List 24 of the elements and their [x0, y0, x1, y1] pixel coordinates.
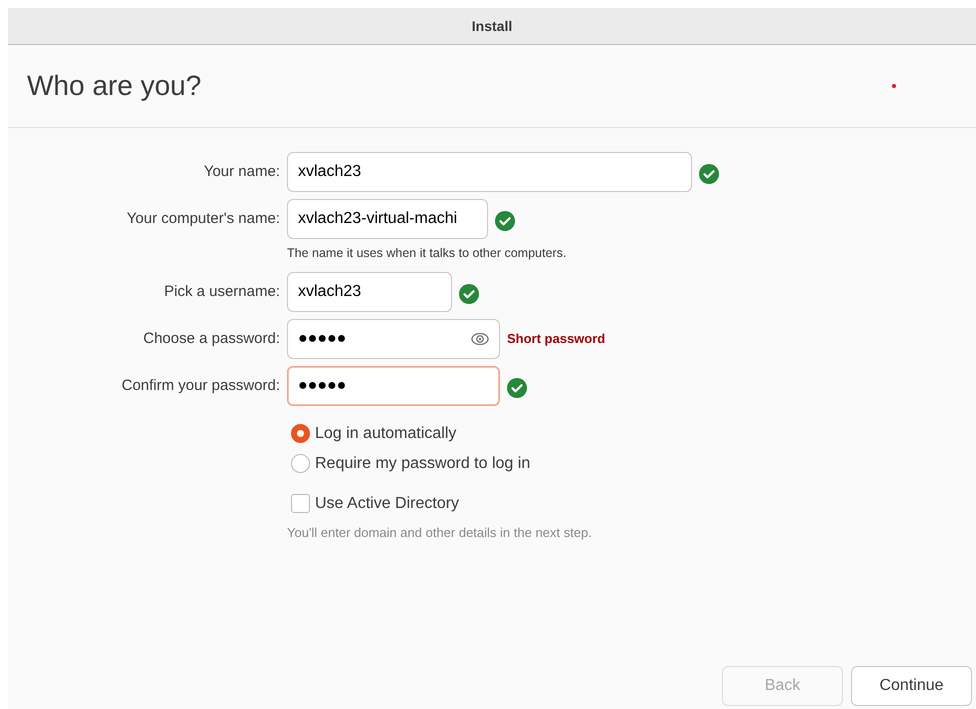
window-title: Install — [472, 16, 512, 36]
field-label: Your name: — [202, 162, 280, 182]
radio-button[interactable] — [291, 454, 310, 474]
checkbox-label[interactable]: Use Active Directory — [315, 492, 460, 516]
field-label: Confirm your password: — [120, 376, 280, 396]
text-field[interactable]: ●●●●● — [287, 366, 500, 406]
field-label: Pick a username: — [163, 282, 280, 302]
checkbox[interactable] — [291, 494, 310, 514]
field-label: Choose a password: — [142, 328, 280, 348]
field-hint: The name it uses when it talks to other computers. — [287, 245, 568, 262]
continue-button[interactable]: Continue — [851, 666, 972, 706]
radio-button[interactable] — [291, 424, 310, 444]
text-field[interactable]: ●●●●● — [287, 318, 500, 359]
page-title: Who are you? — [27, 69, 202, 103]
eye-icon[interactable] — [471, 332, 489, 346]
text-field[interactable]: xvlach23-virtual-machi — [287, 199, 488, 239]
option-label[interactable]: Log in automatically — [315, 422, 456, 446]
option-label[interactable]: Require my password to log in — [315, 452, 530, 476]
text-field[interactable]: xvlach23 — [287, 272, 452, 312]
indicator-dot — [892, 84, 896, 88]
text-field[interactable]: xvlach23 — [287, 152, 692, 192]
warning-text: Short password — [507, 330, 606, 348]
checkbox-hint: You'll enter domain and other details in the next step. — [287, 524, 593, 542]
field-label: Your computer's name: — [126, 208, 280, 229]
